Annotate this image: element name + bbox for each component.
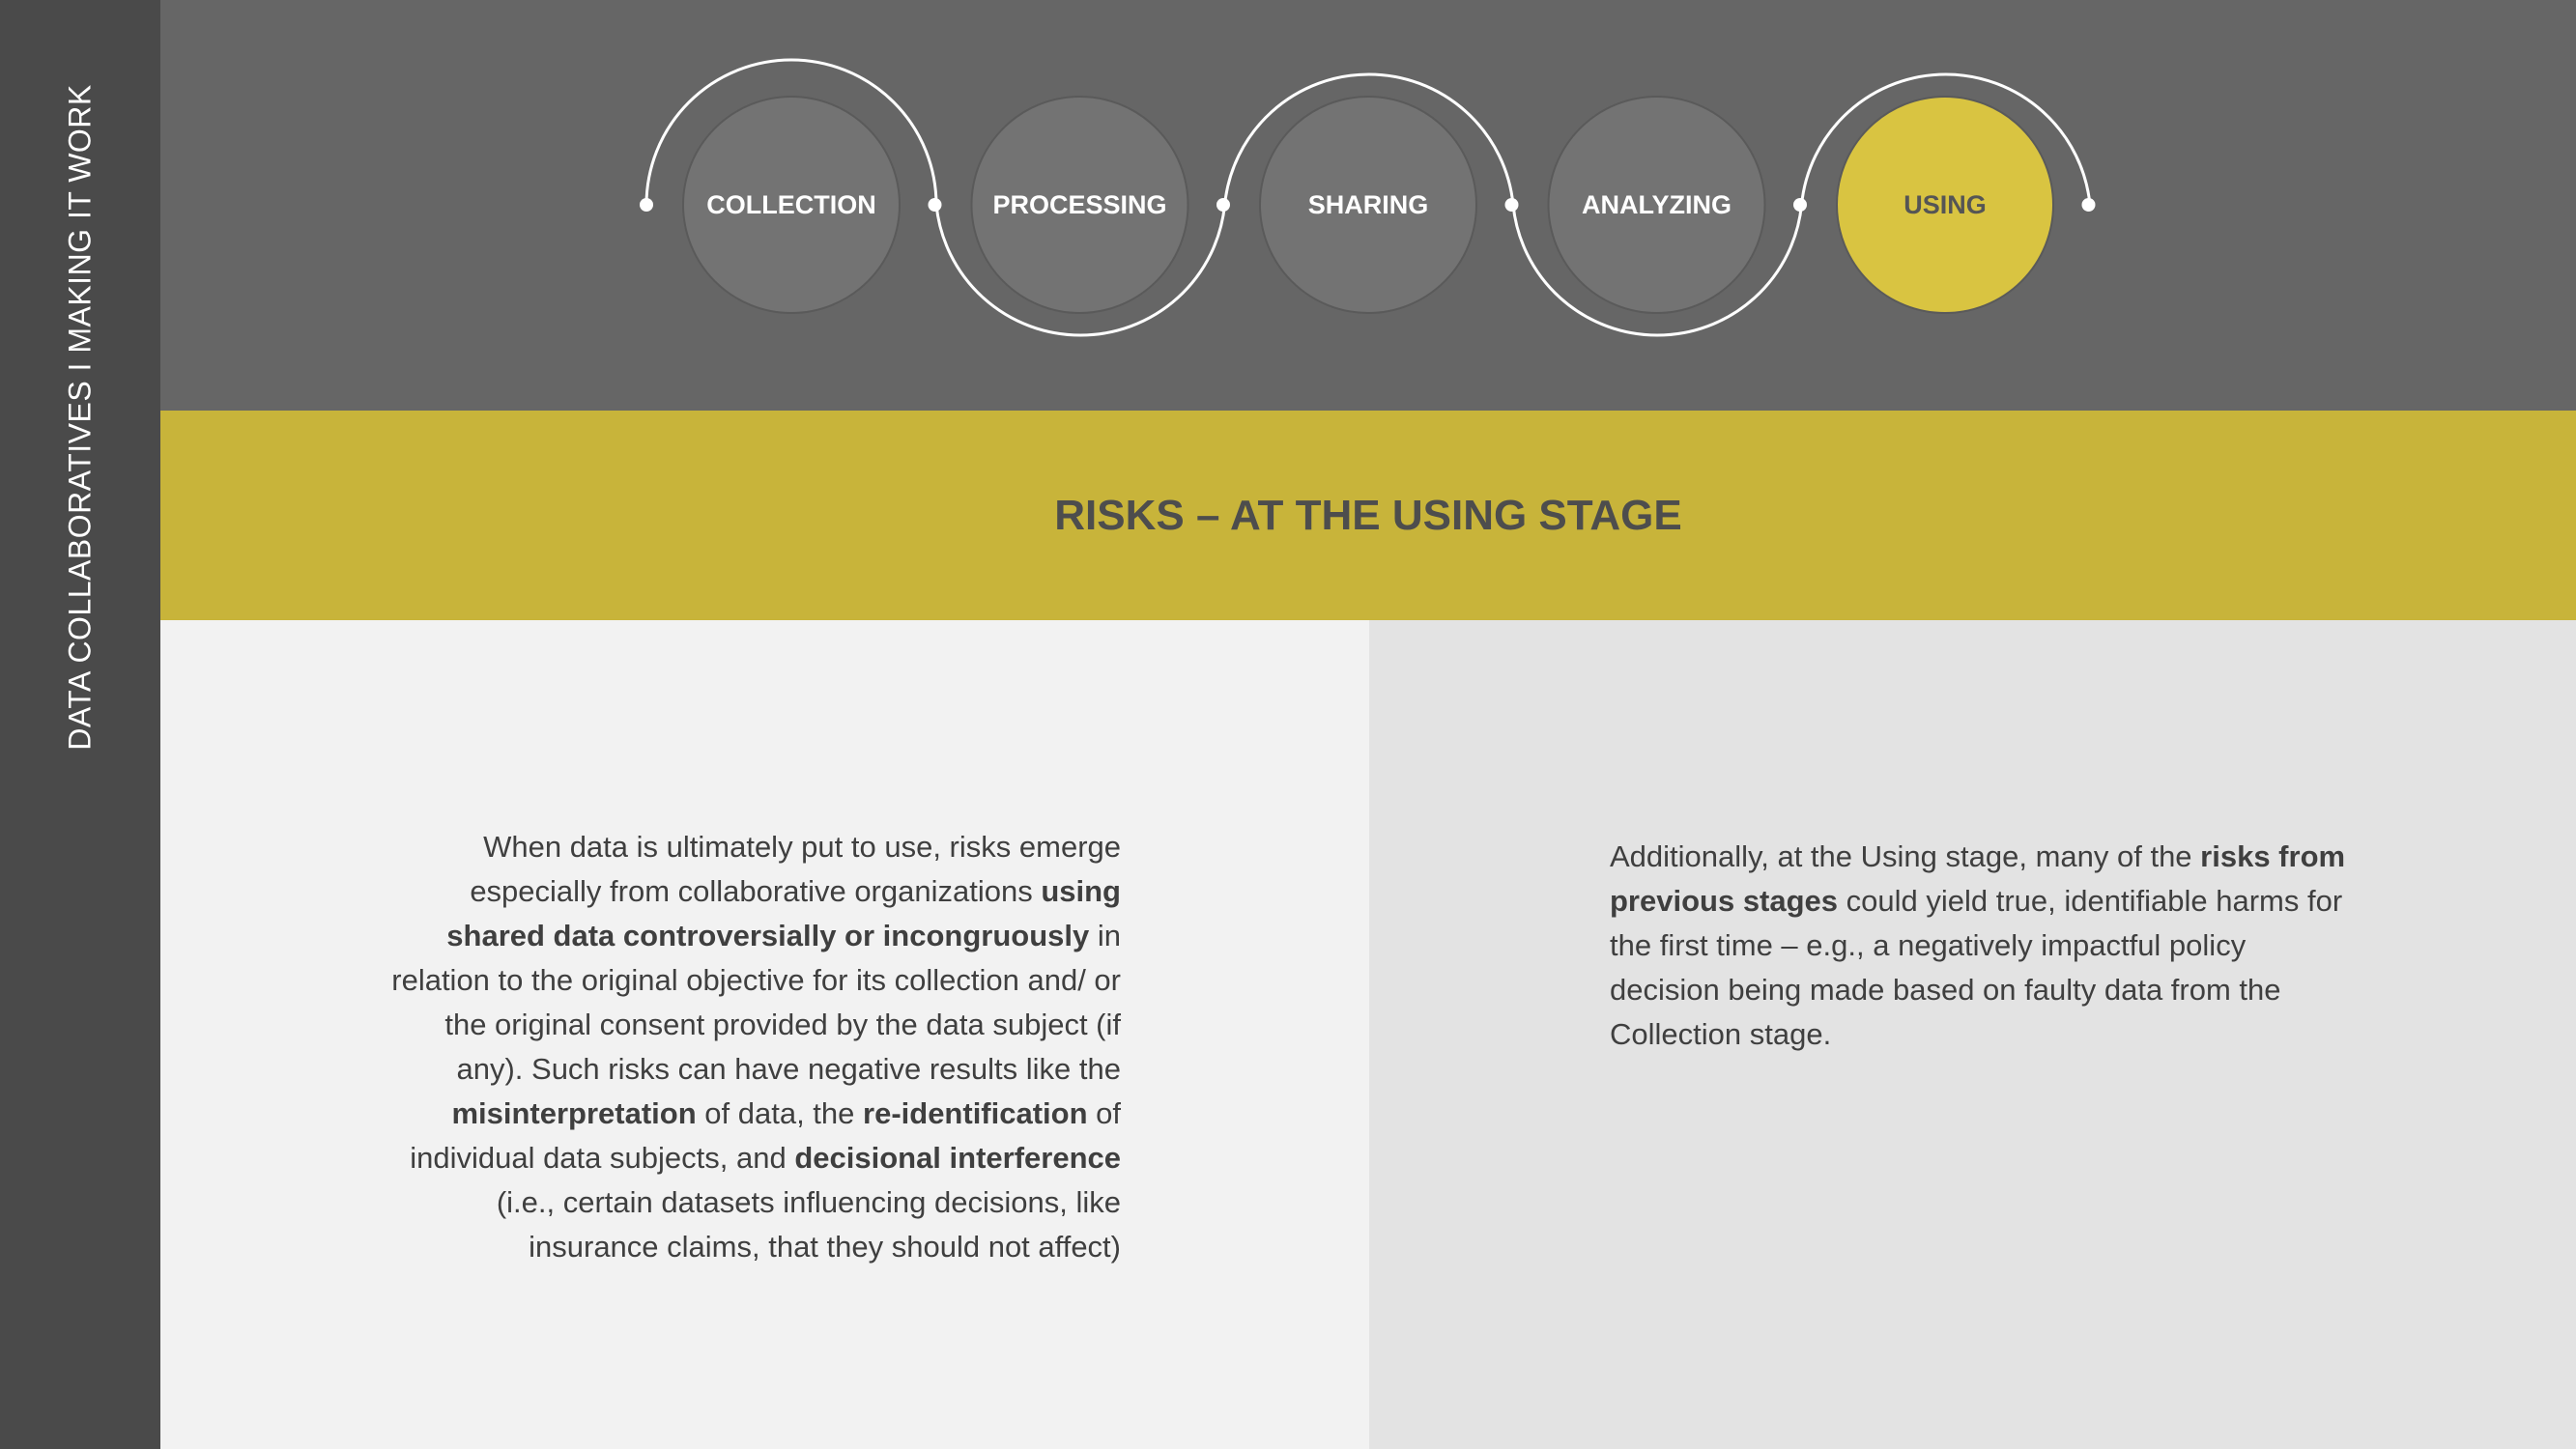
connector-dot <box>640 198 653 212</box>
connector-dot <box>1216 198 1230 212</box>
connector-dot <box>928 198 942 212</box>
body-text: (i.e., certain datasets influencing deci… <box>496 1185 1121 1264</box>
stage-circle-sharing[interactable] <box>1259 96 1477 314</box>
sidebar-title: DATA COLLABORATIVES I MAKING IT WORK <box>62 84 98 751</box>
page-title: RISKS – AT THE USING STAGE <box>1054 491 1682 539</box>
stage-diagram <box>640 58 2096 337</box>
right-panel: Additionally, at the Using stage, many o… <box>1369 620 2576 1449</box>
stage-navigation: COLLECTION PROCESSING SHARING ANALYZING USIN… <box>160 0 2576 411</box>
connector-dot <box>2081 198 2096 212</box>
stage-circle-using[interactable] <box>1836 96 2054 314</box>
emphasis-text: misinterpretation <box>451 1096 697 1130</box>
emphasis-text: re-identification <box>863 1096 1088 1130</box>
right-paragraph: Additionally, at the Using stage, many o… <box>1610 835 2363 1057</box>
left-panel: When data is ultimately put to use, risk… <box>160 620 1369 1449</box>
connector-dot <box>1793 198 1807 212</box>
title-banner: RISKS – AT THE USING STAGE <box>160 411 2576 620</box>
connector-dot <box>1504 198 1519 212</box>
sidebar: DATA COLLABORATIVES I MAKING IT WORK <box>0 0 160 1449</box>
stage-circle-analyzing[interactable] <box>1547 96 1766 314</box>
body-text: of data, the <box>696 1096 864 1130</box>
emphasis-text: decisional interference <box>794 1141 1121 1175</box>
body-text: Additionally, at the Using stage, many o… <box>1610 839 2201 873</box>
stage-circle-processing[interactable] <box>970 96 1189 314</box>
body-text: When data is ultimately put to use, risk… <box>470 830 1121 908</box>
stage-circle-collection[interactable] <box>682 96 901 314</box>
left-paragraph: When data is ultimately put to use, risk… <box>377 825 1121 1269</box>
